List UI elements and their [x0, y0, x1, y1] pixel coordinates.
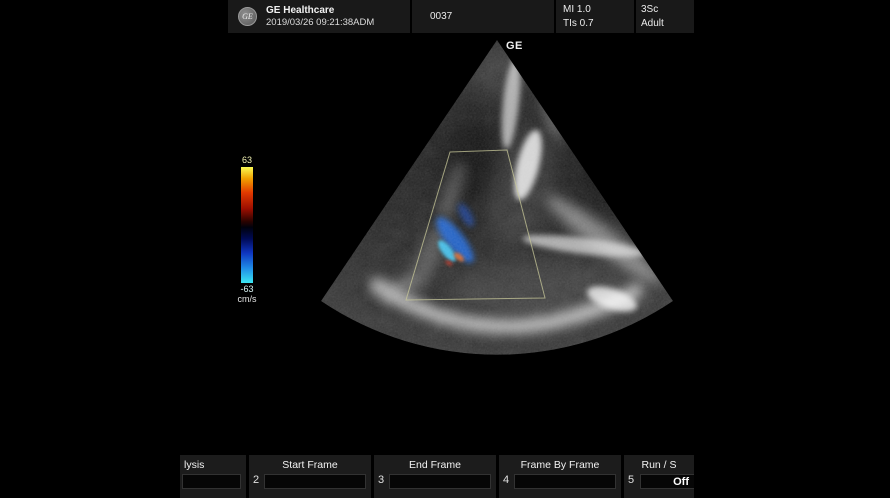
softkey-value-box[interactable] [264, 474, 366, 489]
softkey-value-box[interactable] [182, 474, 241, 489]
softkey-value-box[interactable]: Off [640, 474, 694, 489]
color-velocity-scale: 63 -63 cm/s [233, 155, 261, 304]
velocity-max-label: 63 [233, 155, 261, 165]
softkey-number: 4 [503, 474, 509, 486]
ultrasound-screen: GE GE Healthcare 2019/03/26 09:21:38ADM … [0, 0, 890, 498]
softkey-bar: lysis 2 Start Frame 3 End Frame 4 Frame … [180, 455, 694, 498]
velocity-min-label: -63 [233, 284, 261, 294]
color-gradient-bar [241, 167, 253, 283]
orientation-label: GE [506, 40, 523, 52]
velocity-unit-label: cm/s [233, 294, 261, 304]
ultrasound-image [0, 0, 890, 498]
softkey-label: Start Frame [249, 459, 371, 471]
softkey-label: lysis [180, 459, 246, 471]
softkey-analysis[interactable]: lysis [180, 455, 246, 498]
softkey-value-box[interactable] [389, 474, 491, 489]
softkey-run-stop[interactable]: 5 Run / S Off [624, 455, 694, 498]
softkey-start-frame[interactable]: 2 Start Frame [249, 455, 371, 498]
softkey-number: 5 [628, 474, 634, 486]
softkey-label: Frame By Frame [499, 459, 621, 471]
softkey-number: 3 [378, 474, 384, 486]
softkey-number: 2 [253, 474, 259, 486]
softkey-value-box[interactable] [514, 474, 616, 489]
softkey-label: Run / S [624, 459, 694, 471]
softkey-frame-by-frame[interactable]: 4 Frame By Frame [499, 455, 621, 498]
softkey-end-frame[interactable]: 3 End Frame [374, 455, 496, 498]
softkey-label: End Frame [374, 459, 496, 471]
softkey-value: Off [673, 476, 689, 488]
echo-sector [310, 35, 690, 365]
